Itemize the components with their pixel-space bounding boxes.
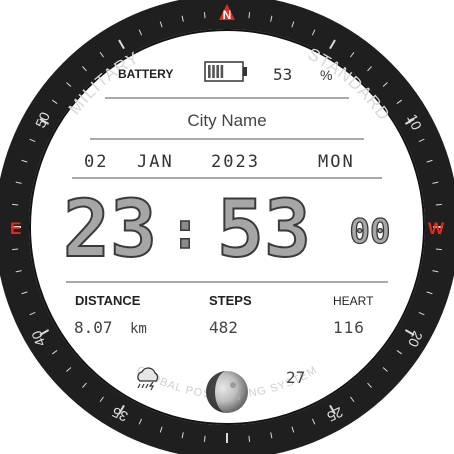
battery-level-bar xyxy=(216,65,219,78)
battery-label: BATTERY xyxy=(118,67,173,81)
compass-east: E xyxy=(10,219,21,238)
heart-value: 116 xyxy=(333,318,365,337)
time-separator: : xyxy=(169,201,200,261)
date-day: 02 xyxy=(84,152,108,172)
steps-label: STEPS xyxy=(209,293,252,308)
moon-crater xyxy=(235,395,241,401)
battery-level-bar xyxy=(220,65,224,78)
temperature-value: 27 xyxy=(286,368,305,387)
bezel-tick xyxy=(12,203,19,206)
date-year: 2023 xyxy=(211,152,260,172)
bezel-tick xyxy=(248,435,251,442)
time-minutes: 53 xyxy=(217,185,311,275)
bezel-tick xyxy=(203,12,206,19)
battery-icon xyxy=(204,61,247,82)
battery-value: 53 xyxy=(273,65,292,84)
watch-face: MILITARY STANDARD GLOBAL POSITIONING SYS… xyxy=(0,0,454,454)
battery-level-bar xyxy=(212,65,215,78)
time-hours: 23 xyxy=(63,185,157,275)
distance-unit: km xyxy=(130,321,147,337)
bezel-tick xyxy=(435,248,442,251)
bezel-tick xyxy=(248,12,251,19)
time-seconds: 00 xyxy=(350,212,391,252)
date-month: JAN xyxy=(137,152,174,172)
compass-west: W xyxy=(428,219,445,238)
moon-crater xyxy=(230,382,236,388)
battery-unit: % xyxy=(320,67,332,83)
distance-value: 8.07 xyxy=(74,318,113,337)
heart-label: HEART xyxy=(333,294,374,308)
bezel-tick xyxy=(435,203,442,206)
battery-level-bar xyxy=(208,65,211,78)
distance-label: DISTANCE xyxy=(75,293,141,308)
bezel-tick xyxy=(12,248,19,251)
date-weekday: MON xyxy=(318,152,355,172)
compass-north: N xyxy=(223,8,232,22)
bezel-tick xyxy=(203,435,206,442)
city-name: City Name xyxy=(187,111,266,130)
steps-value: 482 xyxy=(209,318,238,337)
